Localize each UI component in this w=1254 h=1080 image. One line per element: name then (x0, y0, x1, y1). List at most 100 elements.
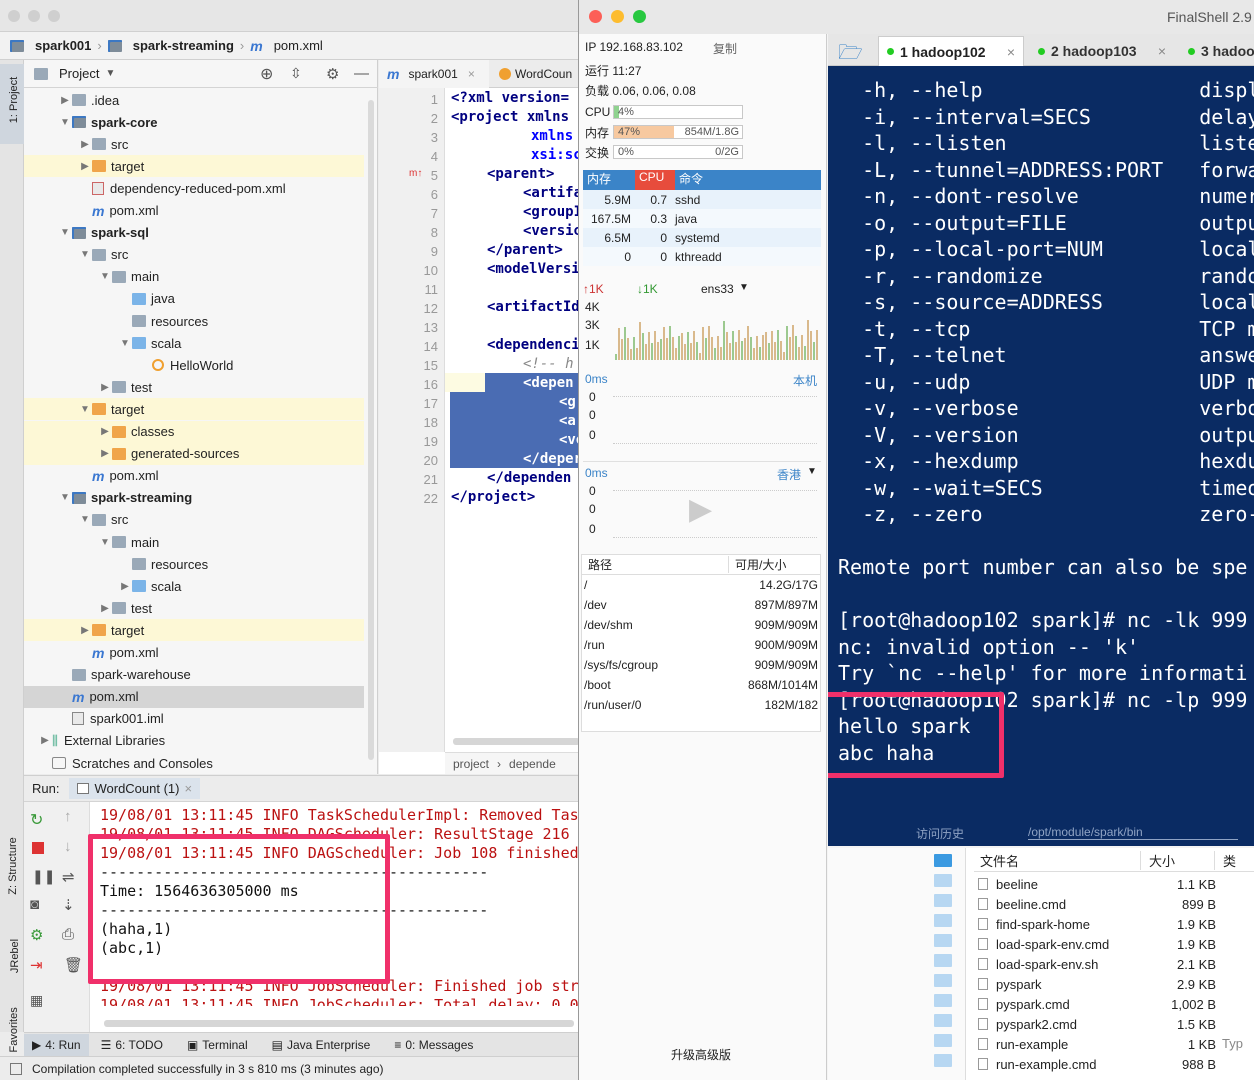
terminal[interactable]: -h, --help displ -i, --interval=SECS del… (828, 66, 1254, 818)
file-row[interactable]: beeline 1.1 KB (974, 874, 1254, 894)
file-row[interactable]: load-spark-env.sh 2.1 KB (974, 954, 1254, 974)
tree-node[interactable]: ▶ src (24, 133, 364, 155)
folder-icon[interactable] (934, 954, 952, 967)
file-row[interactable]: pyspark 2.9 KB (974, 974, 1254, 994)
chevron-right-icon[interactable]: ▶ (58, 95, 72, 106)
disk-row[interactable]: /run 900M/909M (582, 635, 820, 655)
breadcrumb-item[interactable]: pom.xml (274, 38, 323, 53)
folder-icon[interactable] (934, 854, 952, 867)
disk-row[interactable]: /dev/shm 909M/909M (582, 615, 820, 635)
file-row[interactable]: beeline.cmd 899 B (974, 894, 1254, 914)
tree-node[interactable]: ▶ classes (24, 420, 364, 443)
tree-node[interactable]: Scratches and Consoles (24, 752, 364, 774)
file-col-type[interactable]: 类 (1214, 851, 1236, 870)
chevron-right-icon[interactable]: ▶ (98, 382, 112, 393)
tool-tab-messages[interactable]: ≡ 0: Messages (382, 1034, 485, 1056)
tree-node[interactable]: ▶ test (24, 597, 364, 619)
tree-node[interactable]: ▼ spark-streaming (24, 487, 364, 509)
disk-col[interactable]: 可用/大小 (728, 556, 786, 573)
file-row[interactable]: run-example 1 KB (974, 1034, 1254, 1054)
trash-icon[interactable]: 🗑 (64, 956, 83, 974)
copy-button[interactable]: 复制 (713, 40, 737, 57)
chevron-right-icon[interactable]: ▶ (38, 735, 52, 746)
proc-col[interactable]: 内存 (583, 170, 635, 190)
chevron-right-icon[interactable]: ▶ (78, 161, 92, 172)
folder-icon[interactable] (934, 994, 952, 1007)
chevron-right-icon[interactable]: ▶ (98, 603, 112, 614)
gear-icon[interactable]: ⚙ (30, 926, 43, 944)
folder-icon[interactable] (934, 894, 952, 907)
pause-icon[interactable]: ❚❚ (32, 868, 55, 885)
editor-crumb[interactable]: project (453, 757, 489, 771)
tree-node[interactable]: resources (24, 310, 364, 332)
down-arrow-icon[interactable]: ↓ (64, 838, 72, 855)
max-dot[interactable] (633, 10, 646, 23)
folder-icon[interactable] (934, 1014, 952, 1027)
run-tab[interactable]: WordCount (1) × (69, 778, 201, 799)
session-tab[interactable]: 2 hadoop103 × (1028, 36, 1174, 66)
tree-node[interactable]: ▼ spark-sql (24, 222, 364, 244)
tree-node[interactable]: ▼ src (24, 244, 364, 266)
chevron-right-icon[interactable]: ▶ (98, 426, 112, 437)
path-display[interactable]: /opt/module/spark/bin (1028, 825, 1238, 840)
chevron-down-icon[interactable]: ▼ (105, 68, 115, 79)
chevron-down-icon[interactable]: ▼ (98, 271, 112, 282)
login-icon[interactable]: ⇥ (30, 956, 43, 974)
scrollbar[interactable] (368, 100, 374, 760)
file-row[interactable]: pyspark.cmd 1,002 B (974, 994, 1254, 1014)
proc-row[interactable]: 0 0 kthreadd (583, 247, 821, 266)
editor-tab[interactable]: WordCoun (491, 60, 580, 88)
tree-node[interactable]: ▼ src (24, 509, 364, 531)
tree-node[interactable]: spark001.iml (24, 708, 364, 730)
chevron-down-icon[interactable]: ▼ (78, 404, 92, 415)
breadcrumb-item[interactable]: spark-streaming (133, 38, 234, 53)
session-tab-active[interactable]: 1 hadoop102 × (878, 36, 1024, 66)
scroll-end-icon[interactable]: ⇣ (62, 896, 75, 914)
close-icon[interactable]: × (184, 781, 192, 796)
tree-node[interactable]: ▼ spark-core (24, 111, 364, 133)
breadcrumb-item[interactable]: spark001 (35, 38, 91, 53)
file-row[interactable]: load-spark-env.cmd 1.9 KB (974, 934, 1254, 954)
proc-col[interactable]: CPU (635, 170, 675, 190)
max-dot[interactable] (48, 10, 60, 22)
tool-tab-run[interactable]: ▶ 4: Run (24, 1033, 89, 1056)
chevron-down-icon[interactable]: ▼ (98, 537, 112, 548)
editor-crumb[interactable]: depende (509, 757, 556, 771)
close-icon[interactable]: × (1007, 44, 1015, 60)
hide-icon[interactable]: — (354, 65, 369, 82)
tool-jrebel[interactable]: JRebel (9, 921, 21, 991)
tree-node[interactable]: ▼ scala (24, 332, 364, 354)
tree-node[interactable]: ▼ target (24, 398, 364, 421)
proc-row[interactable]: 5.9M 0.7 sshd (583, 190, 821, 209)
horizontal-scrollbar[interactable] (104, 1020, 574, 1027)
min-dot[interactable] (28, 10, 40, 22)
upgrade-link[interactable]: 升级高级版 (671, 1046, 731, 1063)
disk-row[interactable]: /boot 868M/1014M (582, 675, 820, 695)
stop-icon[interactable] (32, 842, 44, 854)
tree-node[interactable]: ▼ main (24, 531, 364, 553)
chevron-down-icon[interactable]: ▼ (739, 282, 749, 293)
disk-col[interactable]: 路径 (582, 556, 728, 573)
proc-row[interactable]: 6.5M 0 systemd (583, 228, 821, 247)
chevron-right-icon[interactable]: ▶ (78, 625, 92, 636)
tree-node[interactable]: m pom.xml (24, 642, 364, 664)
tree-node[interactable]: m pom.xml (24, 685, 364, 708)
tool-tab-todo[interactable]: ☰ 6: TODO (89, 1034, 175, 1056)
tool-project[interactable]: 1: Project (0, 64, 24, 144)
tree-node[interactable]: ▶ scala (24, 575, 364, 597)
proc-col[interactable]: 命令 (675, 170, 703, 190)
folder-icon[interactable] (934, 974, 952, 987)
chevron-down-icon[interactable]: ▼ (58, 227, 72, 238)
tree-node[interactable]: ▼ main (24, 266, 364, 288)
gear-icon[interactable]: ⚙ (326, 65, 339, 83)
close-dot[interactable] (8, 10, 20, 22)
session-tab[interactable]: 3 hadoo (1178, 36, 1254, 66)
min-dot[interactable] (611, 10, 624, 23)
code-area[interactable]: <?xml version= <project xmlns xmlns xsi:sc <… (445, 88, 580, 752)
editor-tab[interactable]: m spark001 × (379, 60, 489, 88)
tree-node[interactable]: ▶ generated-sources (24, 442, 364, 465)
play-icon[interactable]: ▶ (689, 492, 712, 527)
proc-row[interactable]: 167.5M 0.3 java (583, 209, 821, 228)
tree-node[interactable]: ▶ ⫼ External Libraries (24, 730, 364, 752)
disk-row[interactable]: /sys/fs/cgroup 909M/909M (582, 655, 820, 675)
